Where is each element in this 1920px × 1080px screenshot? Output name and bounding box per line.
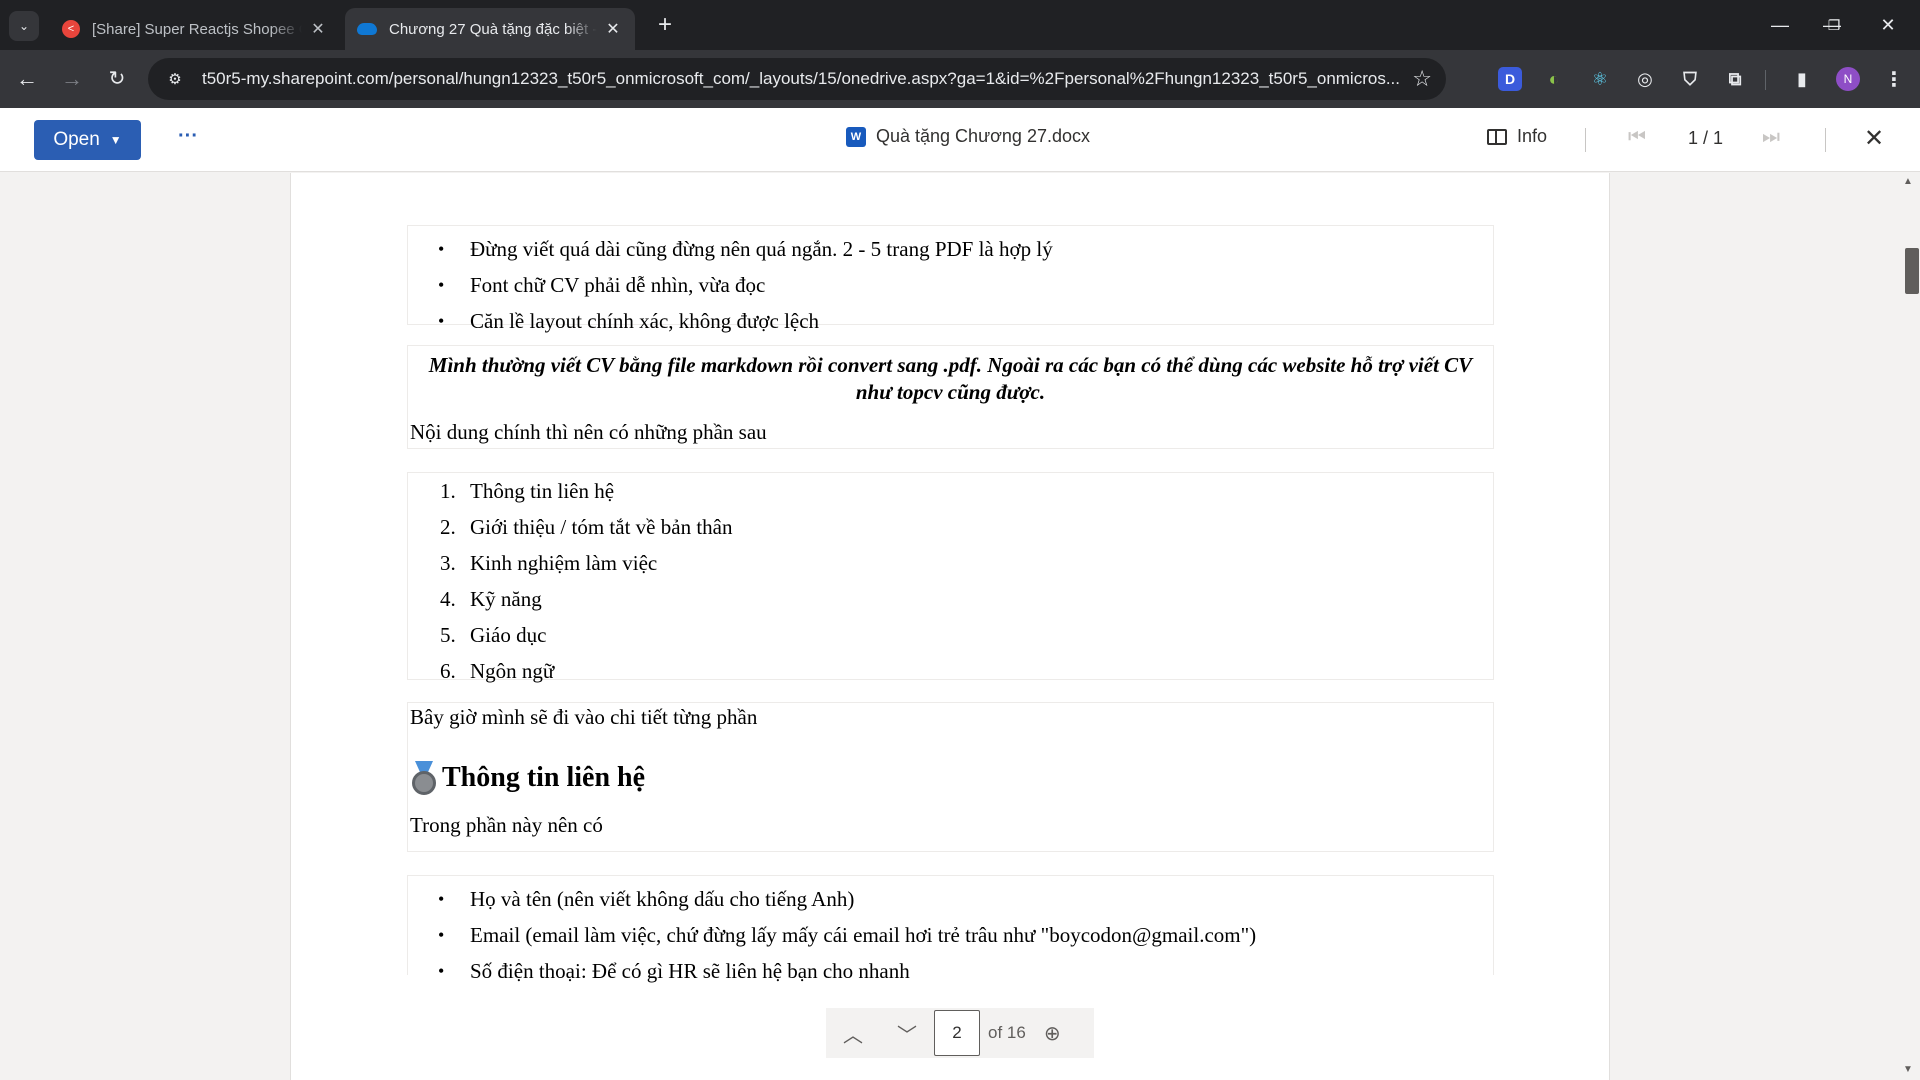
reload-button[interactable]: ↻ xyxy=(100,62,134,96)
first-page-icon[interactable]: ⏮ xyxy=(1628,126,1646,149)
close-viewer-button[interactable]: ✕ xyxy=(1864,124,1884,153)
page-counter: 1 / 1 xyxy=(1688,128,1724,148)
file-name: Quà tặng Chương 27.docx xyxy=(876,126,1090,146)
browser-toolbar: ← → ↻ ⚙ t50r5-my.sharepoint.com/personal… xyxy=(0,50,1920,108)
toolbar-divider xyxy=(1765,70,1766,90)
contact-intro: Trong phần này nên có xyxy=(410,813,603,837)
back-button[interactable]: ← xyxy=(10,62,44,96)
url-text[interactable]: t50r5-my.sharepoint.com/personal/hungn12… xyxy=(202,69,1412,89)
tab-title: [Share] Super Reactjs Shopee C xyxy=(92,20,302,38)
list-item: Họ và tên (nên viết không dấu cho tiếng … xyxy=(408,881,1493,917)
tab-search-button[interactable]: ⌄ xyxy=(9,11,39,41)
list-item: 6. Ngôn ngữ xyxy=(440,659,555,683)
shield-icon[interactable]: ⛉ xyxy=(1678,67,1702,91)
list-item: 2. Giới thiệu / tóm tắt về bản thân xyxy=(440,515,733,539)
sections-list: 1. Thông tin liên hệ 2. Giới thiệu / tóm t… xyxy=(407,472,1494,683)
open-label: Open xyxy=(53,129,100,150)
tab-strip: ⌄ < [Share] Super Reactjs Shopee C ✕ Chư… xyxy=(0,0,1920,50)
info-button[interactable]: Info xyxy=(1487,126,1547,147)
word-file-icon: W xyxy=(846,126,866,147)
header-divider xyxy=(1825,128,1826,152)
close-icon[interactable]: ✕ xyxy=(308,19,328,39)
bookmark-star-icon[interactable]: ☆ xyxy=(1412,66,1432,92)
note-block: Mình thường viết CV bằng file markdown r… xyxy=(407,345,1494,449)
document-title: W Quà tặng Chương 27.docx xyxy=(846,126,1090,147)
heading-text: Thông tin liên hệ xyxy=(442,762,646,793)
list-item: 5. Giáo dục xyxy=(440,623,547,647)
list-item: Email (email làm việc, chứ đừng lấy mấy … xyxy=(408,917,1493,953)
forward-button[interactable]: → xyxy=(55,62,89,96)
contact-bullets: Họ và tên (nên viết không dấu cho tiếng … xyxy=(407,875,1494,989)
highlight-note: Mình thường viết CV bằng file markdown r… xyxy=(428,353,1473,404)
address-bar[interactable]: ⚙ t50r5-my.sharepoint.com/personal/hungn… xyxy=(148,58,1446,100)
open-button[interactable]: Open ▼ xyxy=(34,120,141,160)
detail-block: Bây giờ mình sẽ đi vào chi tiết từng phầ… xyxy=(407,702,1494,852)
minimize-button-real[interactable]: — xyxy=(1760,8,1800,42)
page-navigator: ︿ ﹀ 2 of 16 ⊕ xyxy=(826,1008,1094,1058)
last-page-icon[interactable]: ⏭ xyxy=(1762,126,1780,149)
detail-intro: Bây giờ mình sẽ đi vào chi tiết từng phầ… xyxy=(410,705,758,729)
extension-d-icon[interactable]: D xyxy=(1498,67,1522,91)
previous-page-icon[interactable]: ︿ xyxy=(826,1019,880,1048)
list-item: Căn lề layout chính xác, không được lệch xyxy=(408,303,1493,339)
main-content-intro: Nội dung chính thì nên có những phần sau xyxy=(410,420,767,444)
new-tab-button[interactable]: + xyxy=(650,11,680,41)
list-item: 4. Kỹ năng xyxy=(440,587,542,611)
share-icon: < xyxy=(62,20,80,38)
tab-title: Chương 27 Quà tặng đặc biệt - xyxy=(389,20,597,38)
scroll-up-arrow[interactable]: ▲ xyxy=(1903,176,1913,187)
list-item: Font chữ CV phải dễ nhìn, vừa đọc xyxy=(408,267,1493,303)
bullet-list-top: Đừng viết quá dài cũng đừng nên quá ngắn… xyxy=(407,225,1494,339)
extensions-puzzle-icon[interactable]: ⧉ xyxy=(1723,67,1747,91)
zoom-in-icon[interactable]: ⊕ xyxy=(1044,1021,1061,1046)
react-devtools-icon[interactable]: ⚛ xyxy=(1588,67,1612,91)
extension-palette-icon[interactable]: ◐ xyxy=(1542,67,1566,91)
site-settings-icon[interactable]: ⚙ xyxy=(164,70,186,88)
list-item: 3. Kinh nghiệm làm việc xyxy=(440,551,658,575)
info-label: Info xyxy=(1517,126,1548,146)
medal-icon xyxy=(410,761,438,795)
scroll-down-arrow[interactable]: ▼ xyxy=(1903,1064,1913,1075)
list-item: Số điện thoại: Để có gì HR sẽ liên hệ bạ… xyxy=(408,953,1493,989)
document-canvas[interactable]: Đừng viết quá dài cũng đừng nên quá ngắn… xyxy=(0,173,1920,1080)
browser-menu-icon[interactable]: ⋮ xyxy=(1882,67,1906,91)
page-number-input[interactable]: 2 xyxy=(934,1010,980,1056)
header-divider xyxy=(1585,128,1586,152)
info-panel-icon xyxy=(1487,128,1507,145)
more-options-button[interactable]: ··· xyxy=(176,124,200,154)
section-heading: Thông tin liên hệ xyxy=(408,731,1493,795)
tab-share-shopee[interactable]: < [Share] Super Reactjs Shopee C ✕ xyxy=(50,8,340,50)
page-total: of 16 xyxy=(988,1023,1026,1042)
document-viewer-header: Open ▼ ··· W Quà tặng Chương 27.docx Inf… xyxy=(0,108,1920,172)
scrollbar-thumb[interactable] xyxy=(1905,248,1919,294)
next-page-icon[interactable]: ﹀ xyxy=(880,1019,934,1048)
side-panel-icon[interactable]: ▮ xyxy=(1790,67,1814,91)
list-item: 1. Thông tin liên hệ xyxy=(440,479,615,503)
close-icon[interactable]: ✕ xyxy=(603,19,623,39)
chevron-down-icon: ▼ xyxy=(109,133,122,147)
compass-icon[interactable]: ◎ xyxy=(1633,67,1657,91)
vertical-scrollbar[interactable] xyxy=(1900,173,1920,1080)
list-item: Đừng viết quá dài cũng đừng nên quá ngắn… xyxy=(408,231,1493,267)
restore-button[interactable]: ❐ xyxy=(1814,8,1854,42)
tab-chuong-27[interactable]: Chương 27 Quà tặng đặc biệt - ✕ xyxy=(345,8,635,50)
profile-avatar[interactable]: N xyxy=(1836,67,1860,91)
onedrive-icon xyxy=(357,23,377,35)
close-window-button[interactable]: ✕ xyxy=(1868,8,1908,42)
